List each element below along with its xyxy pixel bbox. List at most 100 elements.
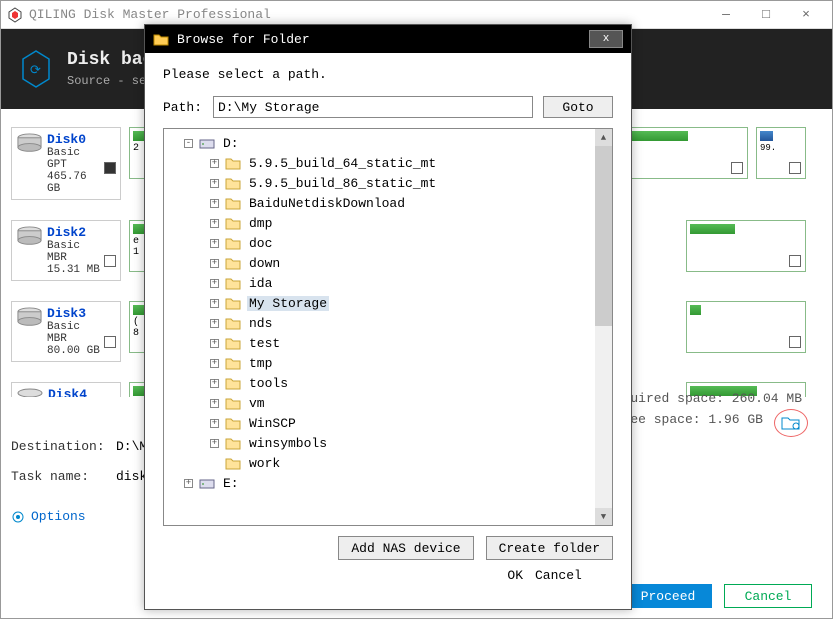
path-label: Path: bbox=[163, 100, 213, 115]
partition[interactable] bbox=[628, 127, 748, 179]
expand-icon[interactable]: + bbox=[210, 279, 219, 288]
scroll-thumb[interactable] bbox=[595, 146, 612, 326]
folder-tree[interactable]: -D:+5.9.5_build_64_static_mt+5.9.5_build… bbox=[163, 128, 613, 526]
disk-card[interactable]: Disk2 Basic MBR 15.31 MB bbox=[11, 220, 121, 281]
disk-card[interactable]: Disk4 bbox=[11, 382, 121, 397]
maximize-button[interactable]: □ bbox=[746, 2, 786, 28]
tree-node-label: ida bbox=[247, 276, 274, 291]
expand-icon[interactable]: + bbox=[210, 259, 219, 268]
disk-icon bbox=[16, 387, 44, 397]
disk-type: Basic GPT bbox=[47, 147, 104, 171]
tree-node-label: nds bbox=[247, 316, 274, 331]
proceed-button[interactable]: Proceed bbox=[624, 584, 712, 608]
dialog-title: Browse for Folder bbox=[177, 32, 310, 47]
tree-node[interactable]: + BaiduNetdiskDownload bbox=[168, 193, 608, 213]
tree-node[interactable]: +5.9.5_build_64_static_mt bbox=[168, 153, 608, 173]
expand-icon[interactable]: + bbox=[210, 159, 219, 168]
expand-icon[interactable]: + bbox=[210, 219, 219, 228]
expand-icon[interactable]: + bbox=[184, 479, 193, 488]
cancel-button[interactable]: Cancel bbox=[724, 584, 812, 608]
tree-node-label: BaiduNetdiskDownload bbox=[247, 196, 407, 211]
expand-icon[interactable]: + bbox=[210, 179, 219, 188]
tree-node[interactable]: +tools bbox=[168, 373, 608, 393]
partition-checkbox[interactable] bbox=[789, 336, 801, 348]
disk-name: Disk4 bbox=[48, 387, 87, 397]
expand-icon[interactable]: + bbox=[210, 239, 219, 248]
minimize-button[interactable]: — bbox=[706, 2, 746, 28]
expand-icon[interactable]: + bbox=[210, 419, 219, 428]
expand-icon[interactable]: + bbox=[210, 399, 219, 408]
expand-icon[interactable]: + bbox=[210, 339, 219, 348]
options-label: Options bbox=[31, 509, 86, 524]
create-folder-button[interactable]: Create folder bbox=[486, 536, 613, 560]
browse-destination-button[interactable] bbox=[774, 409, 808, 437]
partition[interactable]: 99. bbox=[756, 127, 806, 179]
destination-label: Destination: bbox=[11, 439, 116, 454]
tree-node[interactable]: + nds bbox=[168, 313, 608, 333]
collapse-icon[interactable]: - bbox=[184, 139, 193, 148]
tree-node[interactable]: +winsymbols bbox=[168, 433, 608, 453]
partition-checkbox[interactable] bbox=[789, 162, 801, 174]
dialog-cancel-button[interactable]: Cancel bbox=[535, 568, 613, 583]
tree-scrollbar[interactable]: ▲ ▼ bbox=[595, 129, 612, 525]
disk-checkbox[interactable] bbox=[104, 162, 116, 174]
folder-icon bbox=[225, 376, 241, 390]
tree-node[interactable]: +dmp bbox=[168, 213, 608, 233]
tree-node[interactable]: + WinSCP bbox=[168, 413, 608, 433]
required-space-value: 260.04 MB bbox=[732, 391, 802, 406]
expand-icon[interactable]: + bbox=[210, 299, 219, 308]
partition-checkbox[interactable] bbox=[789, 255, 801, 267]
free-space-value: 1.96 GB bbox=[708, 412, 763, 427]
dialog-close-button[interactable]: x bbox=[589, 30, 623, 48]
scroll-up-button[interactable]: ▲ bbox=[595, 129, 612, 146]
partition[interactable] bbox=[686, 301, 806, 353]
folder-icon bbox=[225, 256, 241, 270]
disk-card[interactable]: Disk0 Basic GPT 465.76 GB bbox=[11, 127, 121, 200]
partition[interactable] bbox=[686, 220, 806, 272]
expand-icon[interactable]: + bbox=[210, 379, 219, 388]
tree-node[interactable]: +E: bbox=[168, 473, 608, 493]
options-link[interactable]: Options bbox=[11, 509, 86, 524]
tree-node[interactable]: work bbox=[168, 453, 608, 473]
form: Destination: D:\My Task name: disk bbox=[11, 431, 155, 491]
tree-node-label: My Storage bbox=[247, 296, 329, 311]
tree-node[interactable]: +tmp bbox=[168, 353, 608, 373]
disk-card[interactable]: Disk3 Basic MBR 80.00 GB bbox=[11, 301, 121, 362]
tree-node[interactable]: + vm bbox=[168, 393, 608, 413]
tree-node[interactable]: +doc bbox=[168, 233, 608, 253]
disk-checkbox[interactable] bbox=[104, 255, 116, 267]
add-nas-button[interactable]: Add NAS device bbox=[338, 536, 473, 560]
tree-node-label: work bbox=[247, 456, 282, 471]
partition-checkbox[interactable] bbox=[731, 162, 743, 174]
tree-node[interactable]: +down bbox=[168, 253, 608, 273]
task-name-value: disk bbox=[116, 469, 147, 484]
ok-button[interactable]: OK bbox=[507, 568, 523, 583]
tree-node[interactable]: +test bbox=[168, 333, 608, 353]
close-window-button[interactable]: × bbox=[786, 2, 826, 28]
disk-checkbox[interactable] bbox=[104, 336, 116, 348]
expand-icon[interactable]: + bbox=[210, 439, 219, 448]
dialog-prompt: Please select a path. bbox=[163, 67, 613, 82]
disk-name: Disk0 bbox=[47, 132, 104, 147]
disk-icon bbox=[16, 306, 43, 328]
expand-icon[interactable]: + bbox=[210, 319, 219, 328]
expand-icon[interactable]: + bbox=[210, 199, 219, 208]
tree-node[interactable]: -D: bbox=[168, 133, 608, 153]
tree-node[interactable]: + ida bbox=[168, 273, 608, 293]
path-input[interactable] bbox=[213, 96, 533, 118]
tree-node[interactable]: + My Storage bbox=[168, 293, 608, 313]
folder-icon bbox=[225, 316, 241, 330]
folder-search-icon bbox=[781, 415, 801, 431]
required-space-label: uired space: bbox=[630, 391, 724, 406]
tree-node[interactable]: +5.9.5_build_86_static_mt bbox=[168, 173, 608, 193]
folder-icon bbox=[225, 436, 241, 450]
scroll-down-button[interactable]: ▼ bbox=[595, 508, 612, 525]
backup-icon: ⟳ bbox=[21, 49, 51, 89]
tree-node-label: WinSCP bbox=[247, 416, 298, 431]
expand-icon[interactable]: + bbox=[210, 359, 219, 368]
task-name-label: Task name: bbox=[11, 469, 116, 484]
goto-button[interactable]: Goto bbox=[543, 96, 613, 118]
folder-icon bbox=[225, 356, 241, 370]
folder-icon bbox=[225, 336, 241, 350]
tree-node-label: vm bbox=[247, 396, 267, 411]
